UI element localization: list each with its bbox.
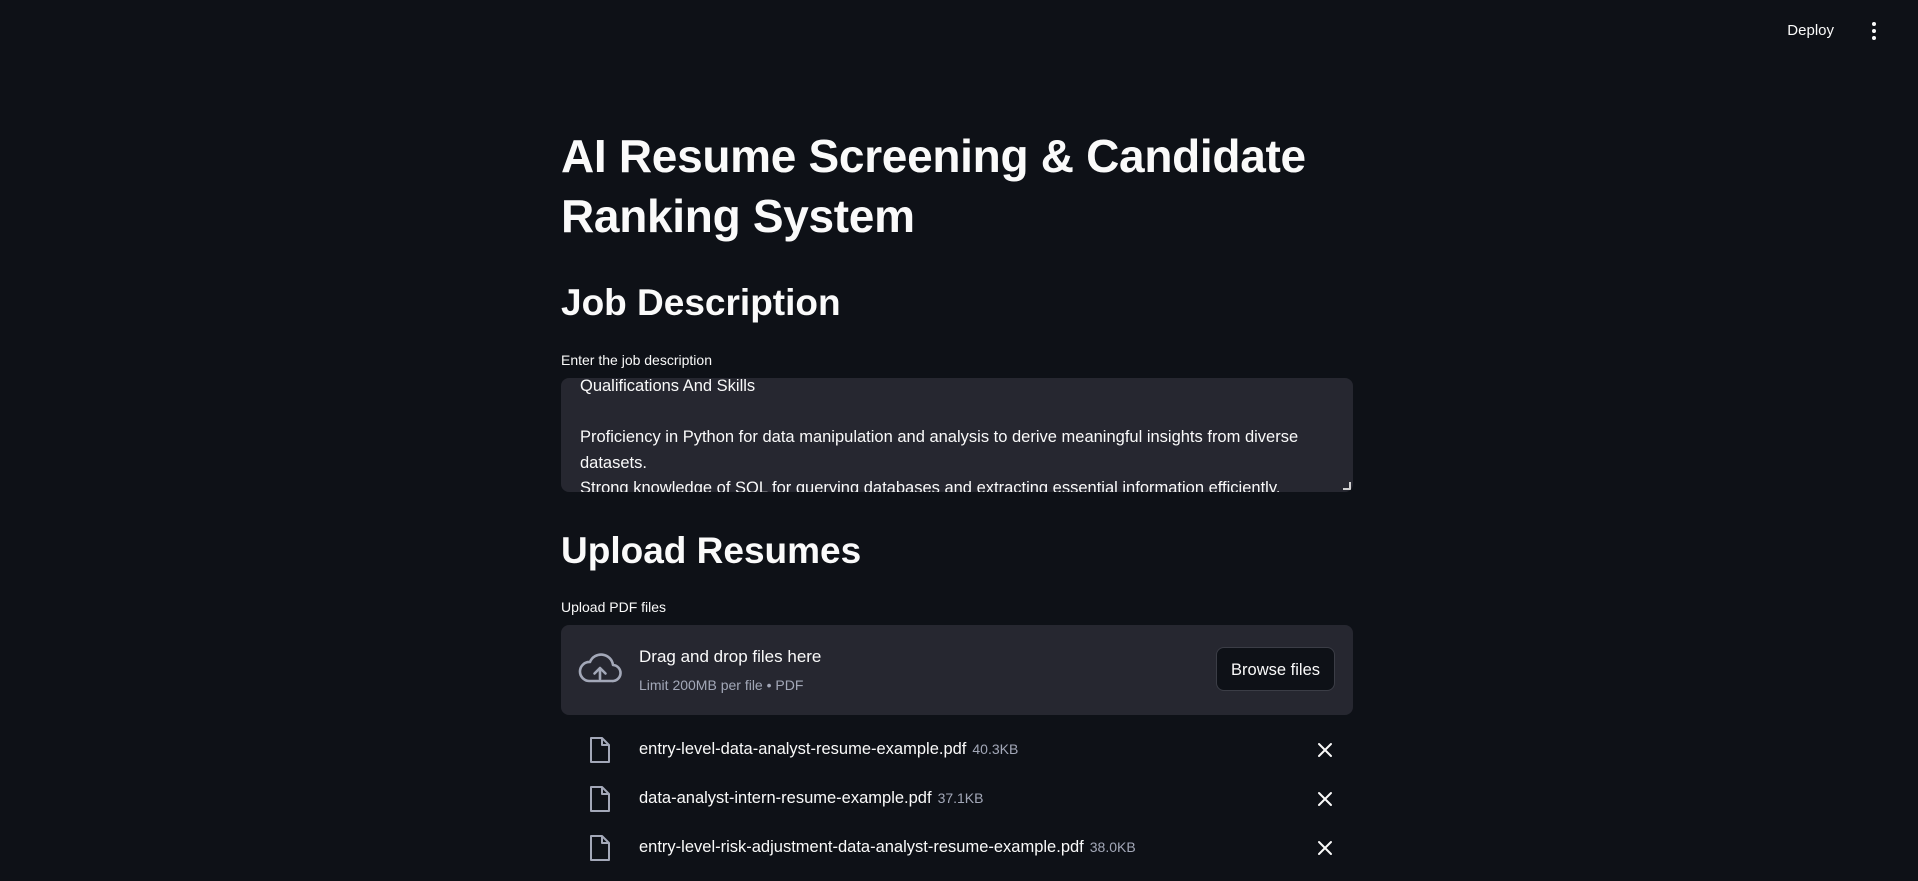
uploaded-file-row: entry-level-risk-adjustment-data-analyst… [561,828,1353,868]
resize-handle-icon[interactable] [1343,482,1351,490]
uploaded-file-row: data-analyst-intern-resume-example.pdf 37… [561,779,1353,819]
file-name-text: entry-level-data-analyst-resume-example.… [639,740,967,758]
file-name: entry-level-risk-adjustment-data-analyst… [639,838,1136,857]
file-name-text: data-analyst-intern-resume-example.pdf [639,789,932,807]
dropzone-subtitle: Limit 200MB per file • PDF [639,677,804,693]
close-icon[interactable] [1317,742,1333,758]
close-icon[interactable] [1317,791,1333,807]
upload-resumes-heading: Upload Resumes [561,530,862,571]
upload-label: Upload PDF files [561,599,667,615]
page-title: AI Resume Screening & Candidate Ranking … [561,130,1306,242]
file-name: entry-level-data-analyst-resume-example.… [639,740,1018,759]
job-description-heading: Job Description [561,282,841,323]
file-name-text: entry-level-risk-adjustment-data-analyst… [639,838,1084,856]
file-name: data-analyst-intern-resume-example.pdf 37… [639,789,984,808]
file-dropzone[interactable]: Drag and drop files here Limit 200MB per… [561,625,1353,715]
file-icon [590,737,610,763]
browse-files-button[interactable]: Browse files [1216,647,1335,691]
vertical-ellipsis-icon[interactable] [1864,22,1884,46]
job-description-text[interactable]: Qualifications And Skills Proficiency in… [561,378,1353,492]
file-size: 37.1KB [937,790,984,806]
job-description-label: Enter the job description [561,352,712,368]
file-icon [590,786,610,812]
dropzone-title: Drag and drop files here [639,647,822,666]
cloud-upload-icon [578,653,622,683]
close-icon[interactable] [1317,840,1333,856]
file-size: 40.3KB [972,741,1019,757]
deploy-button[interactable]: Deploy [1787,22,1834,39]
job-description-textarea[interactable]: Qualifications And Skills Proficiency in… [561,378,1353,492]
uploaded-file-row: entry-level-data-analyst-resume-example.… [561,730,1353,770]
file-size: 38.0KB [1089,839,1136,855]
top-toolbar: Deploy [0,0,1918,60]
file-icon [590,835,610,861]
